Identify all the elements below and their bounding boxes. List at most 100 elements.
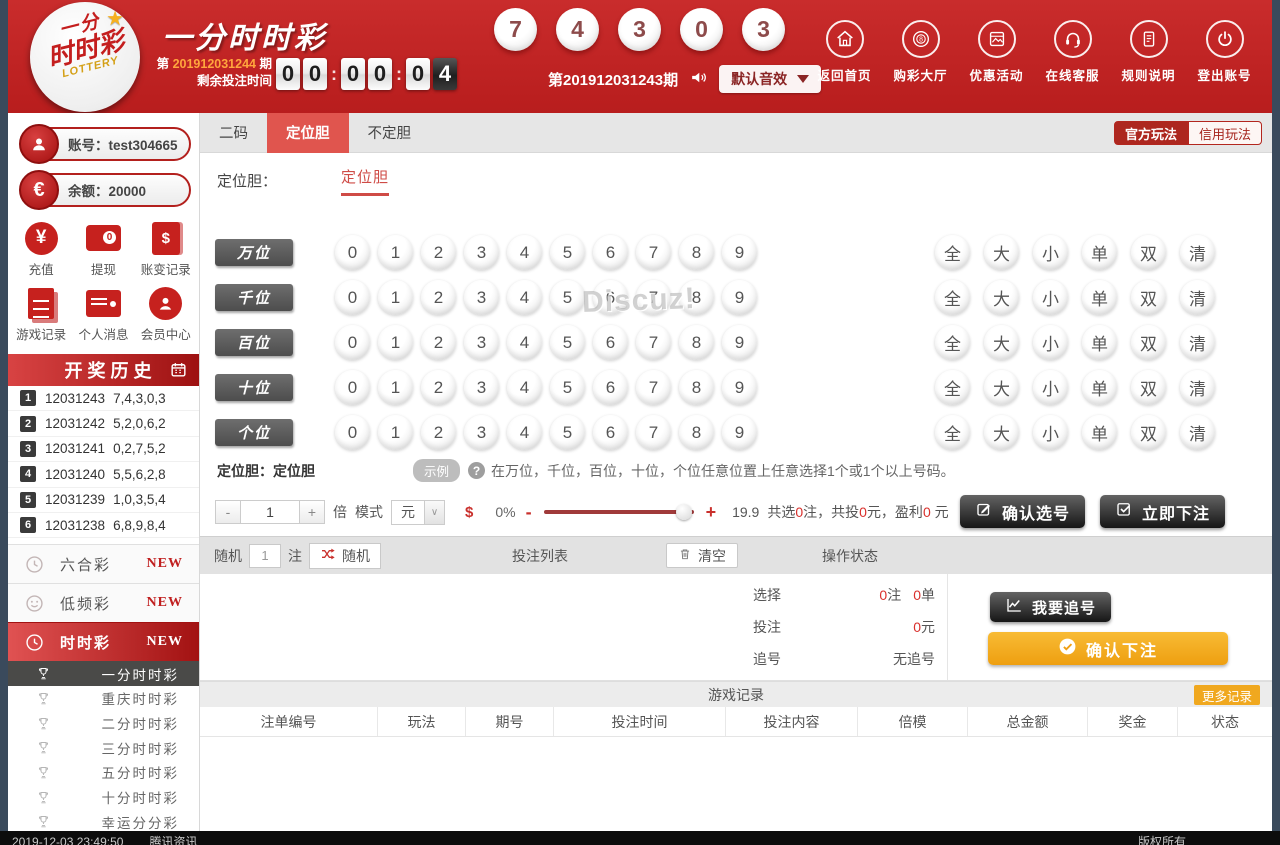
ball-wan-6[interactable]: 6: [593, 235, 628, 270]
submenu-item-two-min-ssc[interactable]: 二分时时彩: [8, 711, 199, 736]
random-button[interactable]: 随机: [309, 543, 381, 569]
menu-item-shishicai[interactable]: 时时彩NEW: [8, 622, 199, 661]
quick-wan-even[interactable]: 双: [1131, 235, 1166, 270]
ball-wan-8[interactable]: 8: [679, 235, 714, 270]
submenu-item-ten-min-ssc[interactable]: 十分时时彩: [8, 785, 199, 810]
ball-bai-3[interactable]: 3: [464, 325, 499, 360]
ball-shi-8[interactable]: 8: [679, 370, 714, 405]
history-row[interactable]: 3120312410,2,7,5,2: [8, 437, 199, 462]
quick-shi-big[interactable]: 大: [984, 370, 1019, 405]
ball-qian-8[interactable]: 8: [679, 280, 714, 315]
ball-shi-4[interactable]: 4: [507, 370, 542, 405]
sound-select[interactable]: 默认音效: [719, 65, 821, 93]
nav-home[interactable]: 返回首页: [813, 20, 876, 84]
submenu-item-one-min-ssc[interactable]: 一分时时彩: [8, 661, 199, 686]
quick-ge-big[interactable]: 大: [984, 415, 1019, 450]
history-row[interactable]: 6120312386,8,9,8,4: [8, 513, 199, 538]
ball-qian-5[interactable]: 5: [550, 280, 585, 315]
quick-link-account-change[interactable]: $账变记录: [135, 220, 197, 278]
quick-qian-small[interactable]: 小: [1033, 280, 1068, 315]
quick-ge-odd[interactable]: 单: [1082, 415, 1117, 450]
ball-ge-8[interactable]: 8: [679, 415, 714, 450]
unit-select[interactable]: 元 ∨: [391, 500, 445, 525]
tab-any-position[interactable]: 不定胆: [349, 113, 431, 153]
ball-wan-5[interactable]: 5: [550, 235, 585, 270]
quick-ge-even[interactable]: 双: [1131, 415, 1166, 450]
quick-bai-odd[interactable]: 单: [1082, 325, 1117, 360]
quick-qian-clear[interactable]: 清: [1180, 280, 1215, 315]
draw-history-banner[interactable]: 开奖历史: [8, 354, 199, 386]
ball-wan-7[interactable]: 7: [636, 235, 671, 270]
quick-wan-big[interactable]: 大: [984, 235, 1019, 270]
submenu-item-lucky-ffc[interactable]: 幸运分分彩: [8, 809, 199, 831]
ball-bai-8[interactable]: 8: [679, 325, 714, 360]
quick-wan-small[interactable]: 小: [1033, 235, 1068, 270]
chase-number-button[interactable]: 我要追号: [990, 592, 1111, 622]
ball-wan-9[interactable]: 9: [722, 235, 757, 270]
quick-shi-even[interactable]: 双: [1131, 370, 1166, 405]
nav-logout[interactable]: 登出账号: [1193, 20, 1256, 84]
ball-ge-4[interactable]: 4: [507, 415, 542, 450]
confirm-bet-button[interactable]: 确认下注: [988, 632, 1228, 665]
history-row[interactable]: 4120312405,5,6,2,8: [8, 462, 199, 487]
ball-ge-6[interactable]: 6: [593, 415, 628, 450]
quick-bai-even[interactable]: 双: [1131, 325, 1166, 360]
ball-bai-1[interactable]: 1: [378, 325, 413, 360]
ball-ge-1[interactable]: 1: [378, 415, 413, 450]
quick-shi-clear[interactable]: 清: [1180, 370, 1215, 405]
play-mode-credit[interactable]: 信用玩法: [1188, 121, 1262, 145]
ball-qian-3[interactable]: 3: [464, 280, 499, 315]
quick-bai-big[interactable]: 大: [984, 325, 1019, 360]
history-row[interactable]: 1120312437,4,3,0,3: [8, 386, 199, 411]
slider-minus-button[interactable]: -: [526, 502, 532, 523]
ball-qian-6[interactable]: 6: [593, 280, 628, 315]
quick-ge-clear[interactable]: 清: [1180, 415, 1215, 450]
ball-ge-3[interactable]: 3: [464, 415, 499, 450]
multiplier-minus-button[interactable]: -: [215, 500, 241, 524]
ball-ge-5[interactable]: 5: [550, 415, 585, 450]
ball-ge-9[interactable]: 9: [722, 415, 757, 450]
tab-two-code[interactable]: 二码: [200, 113, 267, 153]
quick-qian-even[interactable]: 双: [1131, 280, 1166, 315]
quick-qian-big[interactable]: 大: [984, 280, 1019, 315]
quick-qian-all[interactable]: 全: [935, 280, 970, 315]
quick-link-withdraw[interactable]: 0提现: [72, 220, 134, 278]
subplay-tab-positioning[interactable]: 定位胆: [341, 166, 389, 196]
ball-bai-9[interactable]: 9: [722, 325, 757, 360]
bet-now-button[interactable]: 立即下注: [1100, 495, 1225, 528]
quick-wan-clear[interactable]: 清: [1180, 235, 1215, 270]
ball-bai-0[interactable]: 0: [335, 325, 370, 360]
quick-ge-small[interactable]: 小: [1033, 415, 1068, 450]
ball-wan-1[interactable]: 1: [378, 235, 413, 270]
quick-qian-odd[interactable]: 单: [1082, 280, 1117, 315]
ball-shi-0[interactable]: 0: [335, 370, 370, 405]
ball-shi-1[interactable]: 1: [378, 370, 413, 405]
quick-shi-all[interactable]: 全: [935, 370, 970, 405]
ball-bai-4[interactable]: 4: [507, 325, 542, 360]
ball-ge-7[interactable]: 7: [636, 415, 671, 450]
multiplier-plus-button[interactable]: +: [299, 500, 325, 524]
history-row[interactable]: 2120312425,2,0,6,2: [8, 411, 199, 436]
ball-qian-2[interactable]: 2: [421, 280, 456, 315]
example-button[interactable]: 示例: [413, 459, 460, 482]
ball-shi-6[interactable]: 6: [593, 370, 628, 405]
site-logo[interactable]: ★ 一分 时时彩 LOTTERY: [30, 2, 140, 112]
ball-bai-2[interactable]: 2: [421, 325, 456, 360]
submenu-item-five-min-ssc[interactable]: 五分时时彩: [8, 760, 199, 785]
slider-plus-button[interactable]: +: [706, 502, 717, 523]
quick-link-game-record[interactable]: 游戏记录: [10, 285, 72, 343]
tab-positioning[interactable]: 定位胆: [267, 113, 349, 153]
ball-wan-3[interactable]: 3: [464, 235, 499, 270]
quick-bai-small[interactable]: 小: [1033, 325, 1068, 360]
quick-shi-small[interactable]: 小: [1033, 370, 1068, 405]
quick-bai-clear[interactable]: 清: [1180, 325, 1215, 360]
ball-wan-4[interactable]: 4: [507, 235, 542, 270]
quick-shi-odd[interactable]: 单: [1082, 370, 1117, 405]
ball-shi-2[interactable]: 2: [421, 370, 456, 405]
submenu-item-chongqing-ssc[interactable]: 重庆时时彩: [8, 686, 199, 711]
quick-wan-all[interactable]: 全: [935, 235, 970, 270]
ball-ge-2[interactable]: 2: [421, 415, 456, 450]
ball-wan-0[interactable]: 0: [335, 235, 370, 270]
percent-slider[interactable]: [544, 510, 694, 514]
ball-shi-7[interactable]: 7: [636, 370, 671, 405]
